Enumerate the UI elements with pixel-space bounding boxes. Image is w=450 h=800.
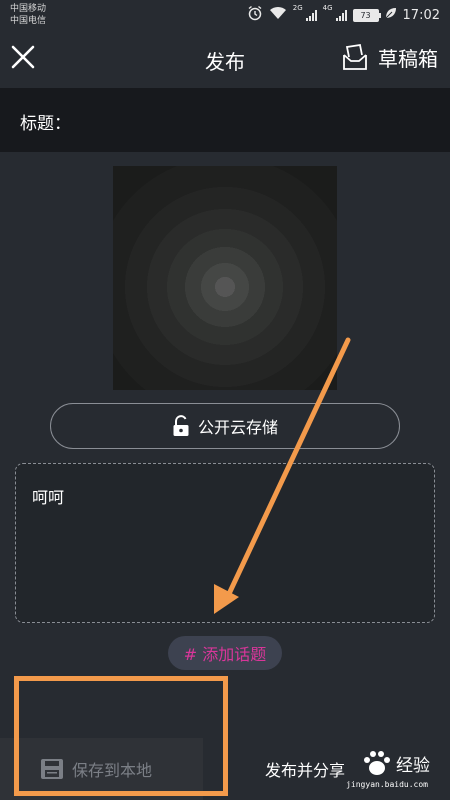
drafts-label: 草稿箱 (378, 46, 438, 71)
floppy-disk-icon (41, 759, 63, 779)
draft-box-icon (343, 43, 367, 70)
description-text: 呵呵 (32, 488, 65, 507)
bottom-action-bar: 保存到本地 发布并分享 (0, 738, 450, 800)
status-bar: 中国移动 中国电信 2G 4G 73 17:02 (0, 0, 450, 32)
description-textarea[interactable]: 呵呵 (15, 463, 435, 623)
battery-icon: 73 (352, 8, 381, 22)
add-topic-label: # 添加话题 (183, 645, 267, 664)
carrier-mobile: 中国移动 (10, 4, 47, 14)
unlock-icon (173, 415, 189, 436)
signal-icon-2 (335, 9, 347, 21)
clock-time: 17:02 (402, 7, 440, 23)
publish-share-label: 发布并分享 (265, 761, 346, 780)
top-bar: 发布 草稿箱 (0, 32, 450, 88)
drafts-button[interactable]: 草稿箱 (340, 42, 438, 72)
status-icons: 2G 4G 73 17:02 (247, 5, 440, 25)
battery-level: 73 (360, 10, 371, 20)
carrier-telecom: 中国电信 (10, 16, 47, 26)
title-label: 标题： (20, 114, 71, 134)
save-local-button[interactable]: 保存到本地 (0, 738, 203, 800)
add-topic-button[interactable]: # 添加话题 (168, 636, 282, 670)
video-thumbnail[interactable] (113, 166, 337, 390)
title-row: 标题： (0, 88, 450, 152)
alarm-icon (247, 5, 263, 25)
leaf-icon (385, 7, 397, 23)
wifi-icon (269, 6, 287, 24)
public-cloud-storage-button[interactable]: 公开云存储 (50, 403, 400, 449)
save-local-label: 保存到本地 (72, 761, 153, 780)
signal-icon-1 (305, 9, 317, 21)
carrier-names: 中国移动 中国电信 (10, 3, 46, 27)
network-type-2: 4G (322, 4, 333, 12)
title-input[interactable] (74, 102, 438, 140)
publish-share-button[interactable]: 发布并分享 (203, 738, 450, 800)
network-type-1: 2G (292, 4, 303, 12)
public-cloud-storage-label: 公开云存储 (197, 418, 278, 437)
